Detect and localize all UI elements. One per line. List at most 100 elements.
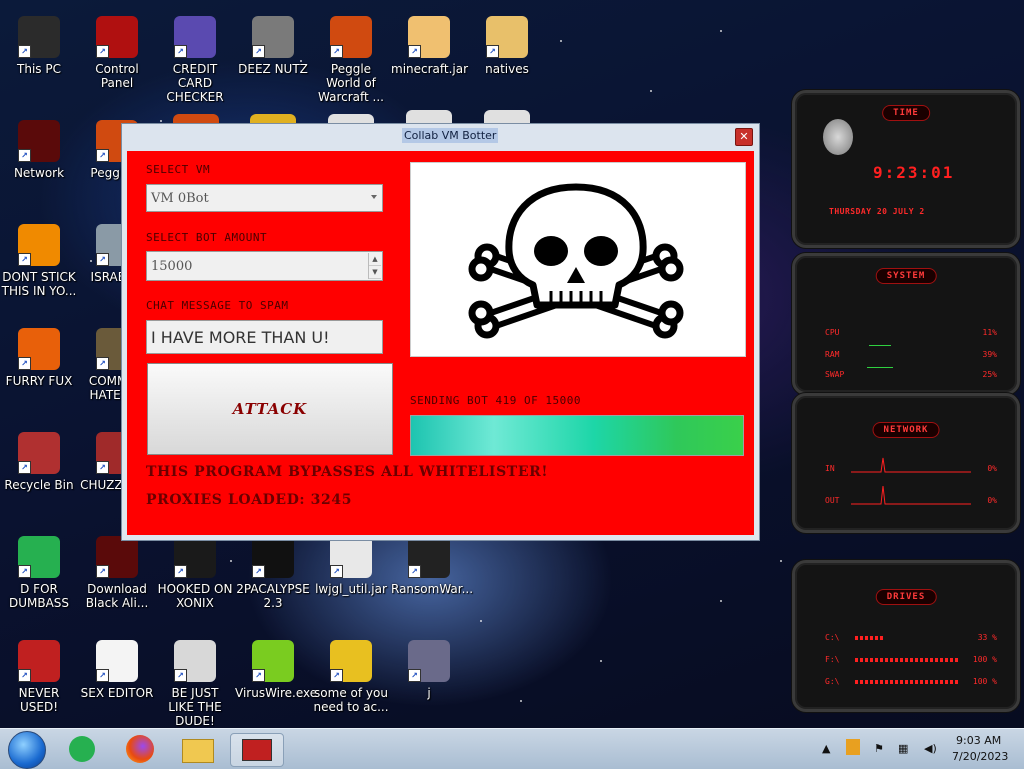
window-titlebar[interactable]: Collab VM Botter ✕ (122, 124, 759, 150)
desktop-icon-label: DEEZ NUTZ (238, 62, 308, 76)
desktop-icon[interactable]: ↗ minecraft.jar (391, 16, 468, 76)
desktop-icon-label: This PC (17, 62, 61, 76)
close-button[interactable]: ✕ (735, 128, 753, 146)
desktop-icon-label: D FOR DUMBASS (8, 582, 70, 610)
credit-card-icon: ↗ (174, 16, 216, 58)
desktop-icon[interactable]: ↗ BE JUST LIKE THE DUDE! (157, 640, 233, 728)
shortcut-arrow-icon: ↗ (330, 565, 343, 578)
desktop-icon-label: j (427, 686, 431, 700)
beaver-icon: ↗ (330, 640, 372, 682)
drives-widget: DRIVES C:\ 33 % F:\ 100 % G:\ 100 % (792, 560, 1020, 712)
desktop-icon-label: NEVER USED! (18, 686, 60, 714)
desktop-icon[interactable]: ↗ CREDIT CARD CHECKER (157, 16, 233, 104)
desktop-icon[interactable]: ↗ Control Panel (79, 16, 155, 90)
desktop-icon[interactable]: ↗ natives (469, 16, 545, 76)
proxies-loaded: PROXIES LOADED: 3245 (146, 492, 353, 508)
desktop-icon[interactable]: ↗ lwjgl_util.jar (313, 536, 389, 596)
feedly-icon[interactable] (64, 733, 100, 765)
shortcut-arrow-icon: ↗ (18, 461, 31, 474)
network-icon[interactable]: ▦ (898, 742, 908, 755)
desktop-icon[interactable]: ↗ Network (1, 120, 77, 180)
active-app-icon[interactable] (230, 733, 284, 767)
taskbar: ▲ ⚑ ▦ ◀) 9:03 AM 7/20/2023 (0, 728, 1024, 769)
desktop-icon-label: VirusWire.exe (235, 686, 318, 700)
volume-icon[interactable]: ◀) (924, 742, 937, 755)
desktop-icon[interactable]: ↗ DEEZ NUTZ (235, 16, 311, 76)
shortcut-file-icon: ↗ (408, 640, 450, 682)
show-hidden-icons[interactable]: ▲ (822, 742, 830, 755)
desktop-icon[interactable]: ↗ Peggle World of Warcraft ... (313, 16, 389, 104)
select-vm-value: VM 0Bot (151, 190, 209, 206)
desktop-icon[interactable]: ↗ Download Black Ali... (79, 536, 155, 610)
bot-amount-label: SELECT BOT AMOUNT (146, 231, 268, 244)
swap-label: SWAP (825, 370, 845, 379)
desktop-icon-label: Download Black Ali... (85, 582, 149, 610)
shortcut-file-icon[interactable] (406, 110, 452, 124)
desktop-icon[interactable]: ↗ NEVER USED! (1, 640, 77, 714)
peggle-icon: ↗ (330, 16, 372, 58)
app-tray-icon[interactable] (846, 739, 860, 755)
desktop-icon[interactable]: ↗ DONT STICK THIS IN YO... (1, 224, 77, 298)
computer-icon: ↗ (18, 16, 60, 58)
spin-up-icon[interactable]: ▲ (369, 253, 381, 266)
swap-value: 25% (982, 370, 997, 379)
file-explorer-icon[interactable] (180, 733, 216, 765)
desktop-icon-label: HOOKED ON XONIX (157, 582, 233, 610)
java-icon[interactable] (484, 110, 530, 124)
desktop-icon[interactable]: ↗ 2PACALYPSE 2.3 (235, 536, 311, 610)
hxd-icon: ↗ (96, 640, 138, 682)
drives-widget-title: DRIVES (875, 589, 937, 605)
attack-button[interactable]: ATTACK (147, 363, 393, 455)
spin-buttons[interactable]: ▲ ▼ (368, 253, 381, 279)
chevron-down-icon (371, 195, 377, 199)
desktop-icon[interactable]: ↗ HOOKED ON XONIX (157, 536, 233, 610)
clock-date[interactable]: 7/20/2023 (952, 750, 1008, 763)
shortcut-arrow-icon: ↗ (18, 357, 31, 370)
clock-time[interactable]: 9:03 AM (956, 734, 1001, 747)
start-orb-icon[interactable] (8, 731, 46, 769)
feedly-icon: ↗ (18, 536, 60, 578)
time-widget: TIME 9:23:01 THURSDAY 20 JULY 2 (792, 90, 1020, 248)
desktop-icon-label: FURRY FUX (5, 374, 73, 388)
chat-message-label: CHAT MESSAGE TO SPAM (146, 299, 289, 312)
bot-amount-stepper[interactable]: 15000 ▲ ▼ (146, 251, 383, 281)
collab-vm-botter-window: Collab VM Botter ✕ SELECT VM VM 0Bot SEL… (121, 123, 760, 541)
desktop-icon-label: CREDIT CARD CHECKER (166, 62, 224, 104)
desktop-icon[interactable]: ↗ RansomWar... (391, 536, 474, 596)
shortcut-arrow-icon: ↗ (96, 565, 109, 578)
ram-graph-line (869, 345, 891, 346)
recycle-bin-icon: ↗ (18, 432, 60, 474)
system-widget: SYSTEM CPU 11% RAM 39% SWAP 25% (792, 253, 1020, 395)
desktop-icon[interactable]: ↗ This PC (1, 16, 77, 76)
shortcut-arrow-icon: ↗ (174, 45, 187, 58)
skull-icon: ↗ (408, 536, 450, 578)
cartoon-jar-icon: ↗ (408, 16, 450, 58)
network-graph (851, 457, 971, 505)
chat-message-input[interactable]: I HAVE MORE THAN U! (146, 320, 383, 354)
shortcut-arrow-icon: ↗ (408, 669, 421, 682)
flag-icon[interactable]: ⚑ (874, 742, 884, 755)
shortcut-arrow-icon: ↗ (174, 565, 187, 578)
skull-image (410, 162, 746, 357)
cpu-value: 11% (982, 328, 997, 337)
net-in-value: 0% (987, 464, 997, 473)
desktop-icon[interactable]: ↗ Recycle Bin (1, 432, 77, 492)
desktop-icon[interactable]: ↗ j (391, 640, 467, 700)
select-vm-dropdown[interactable]: VM 0Bot (146, 184, 383, 212)
window-title: Collab VM Botter (402, 128, 499, 143)
bot-amount-value: 15000 (151, 258, 193, 274)
drive-c-bar (855, 636, 885, 640)
shortcut-arrow-icon: ↗ (96, 45, 109, 58)
desktop-icon[interactable]: ↗ SEX EDITOR (79, 640, 155, 700)
net-out-value: 0% (987, 496, 997, 505)
drive-f-bar (855, 658, 960, 662)
desktop-icon[interactable]: ↗ D FOR DUMBASS (1, 536, 77, 610)
firefox-icon[interactable] (122, 733, 158, 765)
spin-down-icon[interactable]: ▼ (369, 266, 381, 279)
desktop-icon[interactable]: ↗ some of you need to ac... (313, 640, 389, 714)
drive-f-label: F:\ (825, 655, 840, 664)
desktop-icon[interactable]: ↗ VirusWire.exe (235, 640, 318, 700)
desktop-icon[interactable]: ↗ FURRY FUX (1, 328, 77, 388)
progress-fill (411, 416, 743, 455)
desktop-icon-label: RansomWar... (391, 582, 474, 596)
